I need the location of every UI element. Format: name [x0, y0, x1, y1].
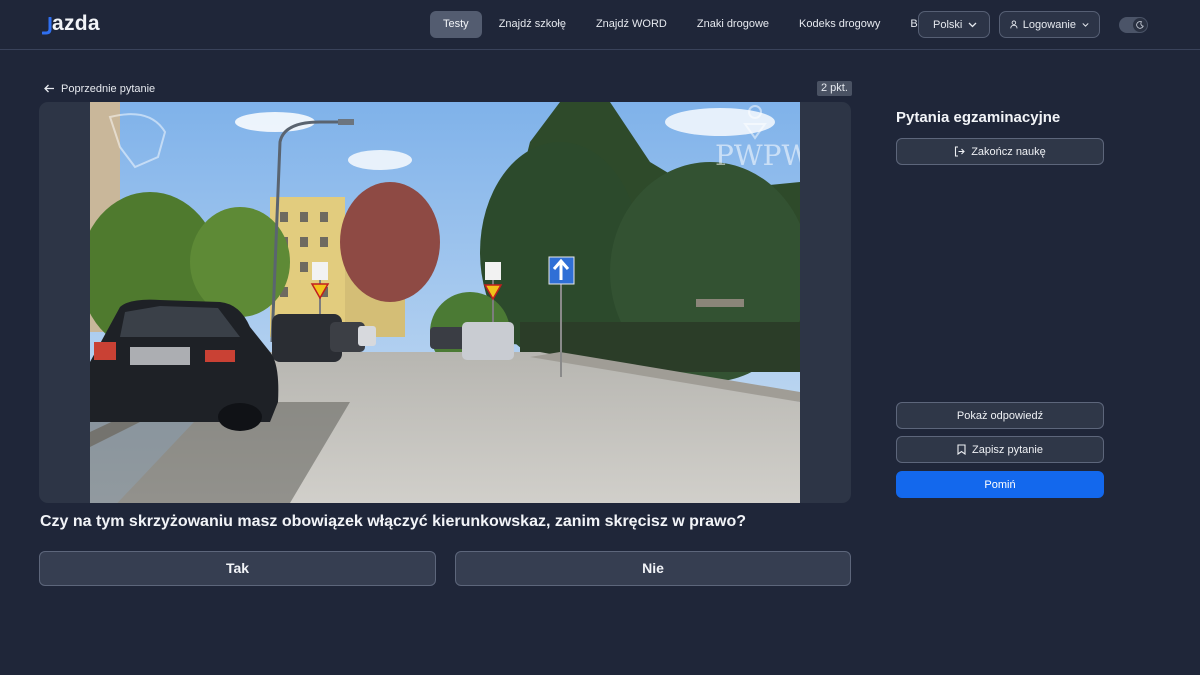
language-select[interactable]: Polski [918, 11, 990, 38]
answer-yes-button[interactable]: Tak [39, 551, 436, 586]
logo[interactable]: azda [41, 11, 100, 35]
previous-question-link[interactable]: Poprzednie pytanie [44, 81, 155, 96]
answer-no-button[interactable]: Nie [455, 551, 851, 586]
nav-find-school[interactable]: Znajdź szkołę [486, 11, 579, 38]
save-question-button[interactable]: Zapisz pytanie [896, 436, 1104, 463]
top-header: azda Testy Znajdź szkołę Znajdź WORD Zna… [0, 0, 1200, 50]
nav-road-signs[interactable]: Znaki drogowe [684, 11, 782, 38]
finish-learning-label: Zakończ naukę [971, 145, 1046, 158]
previous-question-label: Poprzednie pytanie [61, 82, 156, 95]
save-question-label: Zapisz pytanie [972, 443, 1043, 456]
chevron-down-icon [968, 22, 977, 27]
login-label: Logowanie [1022, 18, 1076, 31]
question-photo: PWPW [90, 102, 800, 503]
user-icon [1010, 20, 1018, 29]
question-text: Czy na tym skrzyżowaniu masz obowiązek w… [40, 513, 747, 530]
theme-toggle[interactable] [1119, 17, 1148, 33]
language-label: Polski [933, 18, 963, 31]
points-badge: 2 pkt. [817, 81, 852, 96]
nav-traffic-code[interactable]: Kodeks drogowy [786, 11, 893, 38]
sidebar-title: Pytania egzaminacyjne [896, 109, 1061, 126]
question-media: PWPW [39, 102, 851, 503]
login-menu[interactable]: Logowanie [999, 11, 1100, 38]
logo-text: azda [52, 12, 100, 35]
chevron-down-icon [1082, 22, 1089, 27]
nav-find-word[interactable]: Znajdź WORD [583, 11, 680, 38]
logout-icon [955, 146, 965, 157]
skip-button[interactable]: Pomiń [896, 471, 1104, 498]
bookmark-icon [957, 444, 966, 455]
logo-mark-icon [41, 16, 52, 35]
pwpw-watermark: PWPW [715, 139, 800, 172]
moon-icon [1133, 18, 1147, 32]
arrow-left-icon [44, 84, 54, 93]
finish-learning-button[interactable]: Zakończ naukę [896, 138, 1104, 165]
show-answer-button[interactable]: Pokaż odpowiedź [896, 402, 1104, 429]
main-nav: Testy Znajdź szkołę Znajdź WORD Znaki dr… [430, 11, 949, 38]
nav-tests[interactable]: Testy [430, 11, 482, 38]
